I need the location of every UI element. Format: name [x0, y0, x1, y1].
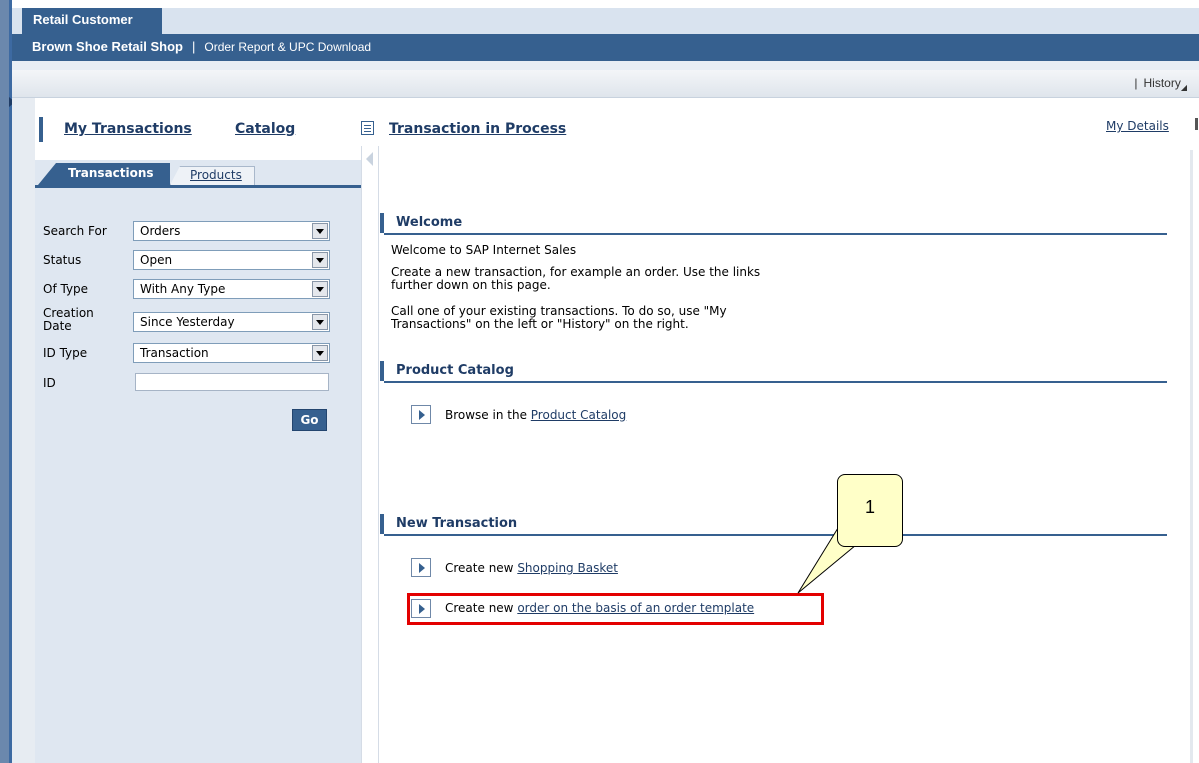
callout-pointer — [797, 527, 857, 594]
app-window: Retail Customer Brown Shoe Retail Shop | O… — [0, 0, 1199, 763]
callout-number-1: 1 — [837, 474, 903, 547]
